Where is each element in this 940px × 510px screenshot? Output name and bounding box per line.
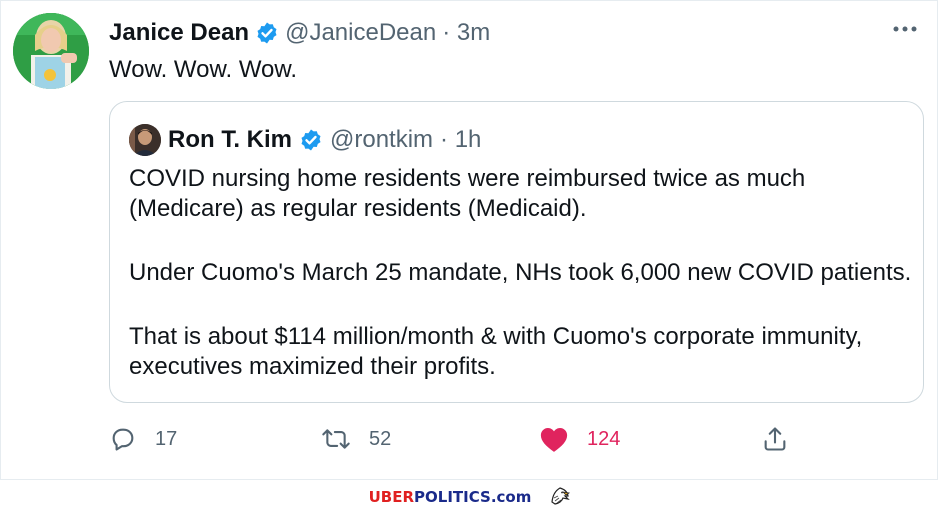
quoted-paragraph: COVID nursing home residents were reimbu… bbox=[129, 165, 806, 222]
quoted-author-avatar-image bbox=[129, 124, 161, 156]
tweet-timestamp[interactable]: · 3m bbox=[442, 19, 490, 47]
quoted-paragraph: That is about $114 million/month & with … bbox=[129, 323, 863, 380]
heart-filled-icon bbox=[540, 428, 568, 452]
more-options-button[interactable] bbox=[891, 19, 919, 39]
reply-icon bbox=[112, 428, 134, 451]
author-name[interactable]: Janice Dean bbox=[109, 19, 249, 47]
reply-button[interactable]: 17 bbox=[109, 422, 177, 456]
quoted-author-avatar[interactable] bbox=[129, 124, 161, 156]
author-avatar[interactable] bbox=[13, 13, 89, 89]
tweet-header: Janice Dean @JaniceDean · 3m bbox=[109, 16, 490, 50]
watermark-footer: UBERPOLITICS.com bbox=[0, 484, 940, 510]
author-avatar-image bbox=[13, 13, 89, 89]
reply-count: 17 bbox=[155, 427, 178, 450]
share-button[interactable] bbox=[761, 422, 789, 456]
quoted-tweet-timestamp[interactable]: · 1h bbox=[440, 126, 481, 154]
share-icon bbox=[764, 427, 786, 451]
tweet-text: Wow. Wow. Wow. bbox=[109, 56, 298, 83]
like-button[interactable]: 124 bbox=[539, 422, 620, 456]
more-horizontal-icon bbox=[893, 26, 917, 32]
quoted-tweet-header: Ron T. Kim @rontkim · 1h bbox=[129, 123, 481, 157]
retweet-icon bbox=[322, 429, 350, 449]
quoted-tweet-text: COVID nursing home residents were reimbu… bbox=[129, 164, 914, 382]
author-handle[interactable]: @JaniceDean bbox=[285, 19, 436, 47]
verified-badge-icon bbox=[299, 128, 323, 152]
quoted-author-name[interactable]: Ron T. Kim bbox=[168, 126, 292, 154]
like-count: 124 bbox=[587, 427, 621, 450]
retweet-count: 52 bbox=[369, 427, 392, 450]
brand-name: UBERPOLITICS.com bbox=[368, 488, 532, 506]
quoted-author-handle[interactable]: @rontkim bbox=[330, 126, 433, 154]
quoted-tweet[interactable]: Ron T. Kim @rontkim · 1h COVID nursing h… bbox=[109, 101, 924, 403]
eagle-icon bbox=[549, 484, 571, 510]
retweet-button[interactable]: 52 bbox=[321, 422, 391, 456]
tweet-actions: 17 52 124 bbox=[109, 422, 809, 456]
tweet-card[interactable]: Janice Dean @JaniceDean · 3m Wow. Wow. W… bbox=[0, 0, 938, 480]
verified-badge-icon bbox=[255, 21, 279, 45]
quoted-paragraph: Under Cuomo's March 25 mandate, NHs took… bbox=[129, 259, 912, 286]
